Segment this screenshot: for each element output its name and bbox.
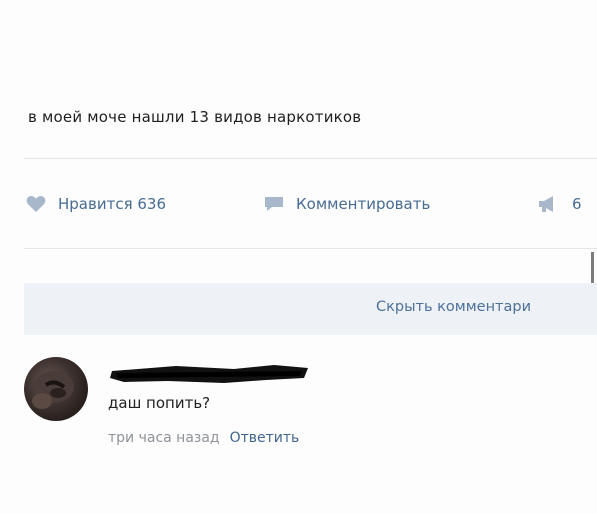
speech-bubble-icon [264, 195, 284, 213]
post-actions-bar: Нравится 636 Комментировать 6 [26, 190, 597, 218]
comment-label: Комментировать [296, 195, 431, 213]
post-text: в моей моче нашли 13 видов наркотиков [28, 108, 362, 126]
comments-header-bar: Скрыть комментари [24, 283, 597, 335]
like-button[interactable]: Нравится 636 [26, 190, 166, 218]
comments-divider [24, 248, 597, 249]
comment-button[interactable]: Комментировать [264, 190, 430, 218]
redacted-author-name [106, 362, 314, 390]
comment-meta: три часа назад Ответить [108, 430, 299, 446]
post-divider [24, 158, 597, 159]
share-button[interactable]: 6 [538, 190, 582, 218]
avatar[interactable] [24, 357, 88, 421]
hide-comments-link[interactable]: Скрыть комментари [376, 299, 531, 315]
comment-time[interactable]: три часа назад [108, 430, 220, 446]
comment-text: даш попить? [108, 394, 211, 412]
like-label: Нравится 636 [58, 195, 166, 213]
reply-link[interactable]: Ответить [230, 430, 300, 446]
heart-icon [26, 195, 46, 213]
share-count: 6 [572, 195, 582, 213]
megaphone-icon [538, 195, 560, 213]
